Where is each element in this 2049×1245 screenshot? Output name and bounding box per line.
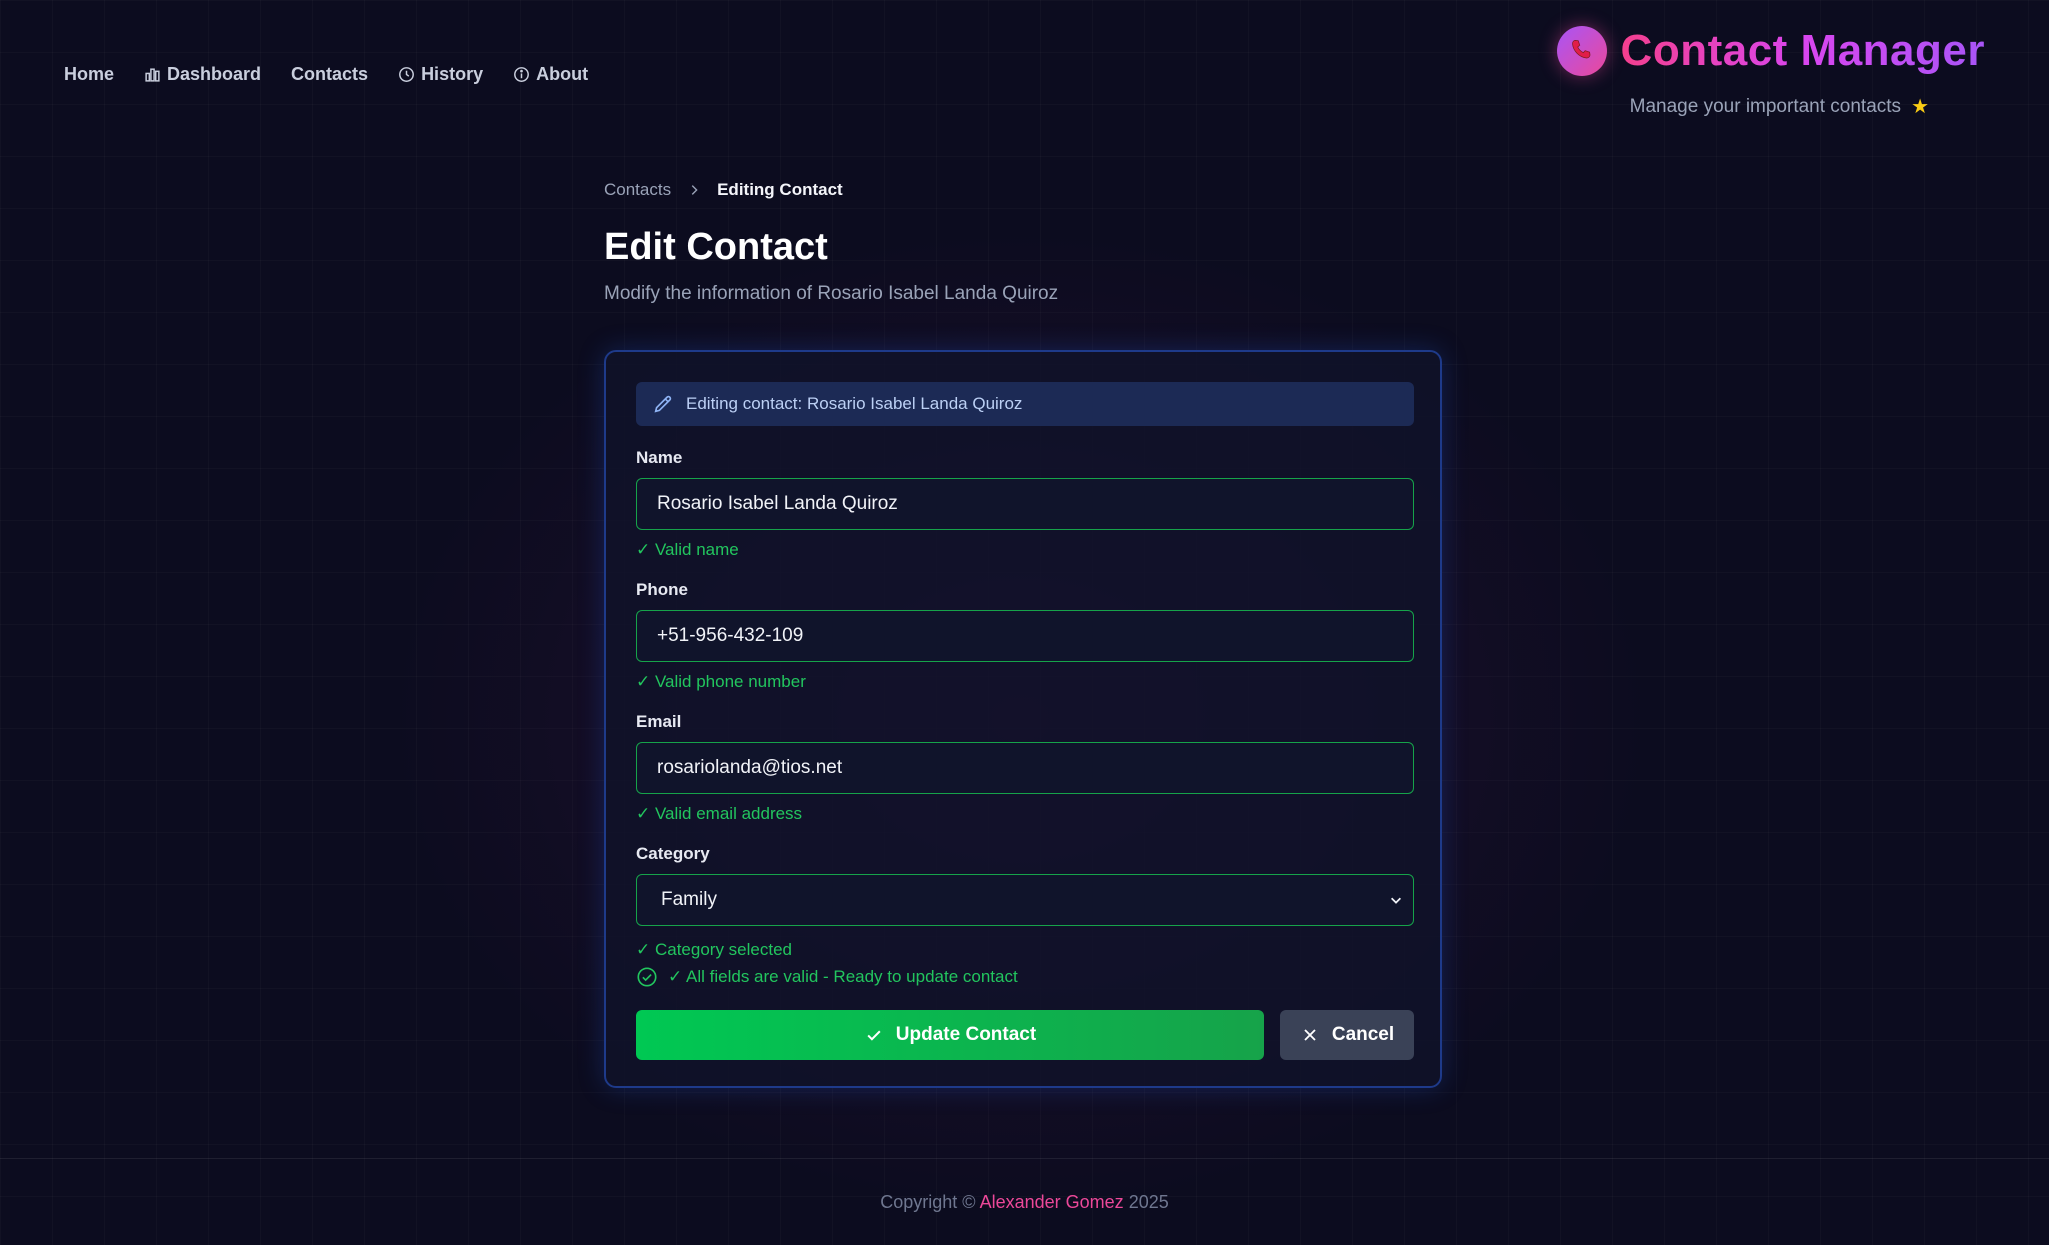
editing-info-bar: Editing contact: Rosario Isabel Landa Qu…	[636, 382, 1414, 426]
footer-copyright: Copyright ©	[880, 1192, 976, 1212]
name-label: Name	[636, 448, 683, 467]
close-icon	[1304, 1029, 1316, 1041]
brand-subtitle-text: Manage your important contacts	[1629, 95, 1902, 117]
name-input[interactable]	[636, 478, 1414, 530]
edit-contact-card: Editing contact: Rosario Isabel Landa Qu…	[604, 350, 1442, 1088]
main-content: Contacts Editing Contact Edit Contact Mo…	[604, 180, 1446, 1088]
editing-info-text: Editing contact: Rosario Isabel Landa Qu…	[686, 394, 1023, 413]
star-icon: ★	[1911, 96, 1929, 118]
footer: Copyright © Alexander Gomez 2025	[0, 1192, 2049, 1213]
category-select[interactable]: Family	[636, 874, 1414, 926]
check-circle-icon	[637, 967, 657, 987]
nav-about[interactable]: About	[513, 64, 588, 85]
chevron-right-icon	[691, 185, 698, 195]
email-label: Email	[636, 712, 682, 731]
breadcrumb-contacts[interactable]: Contacts	[604, 180, 671, 200]
category-selected-value: Family	[661, 889, 717, 910]
nav-contacts-label: Contacts	[291, 64, 369, 84]
info-icon	[514, 67, 530, 82]
nav-dashboard[interactable]: Dashboard	[144, 64, 261, 85]
brand-logo	[1556, 26, 1607, 76]
nav-contacts[interactable]: Contacts	[291, 64, 368, 85]
cancel-label: Cancel	[1331, 1024, 1395, 1045]
chevron-down-icon	[1391, 897, 1401, 904]
name-valid-message: ✓ Valid name	[636, 540, 739, 559]
footer-year: 2025	[1128, 1192, 1169, 1212]
main-nav: Home Dashboard Contacts History About	[64, 64, 588, 85]
brand-title: Contact Manager	[1620, 26, 1985, 75]
footer-author-link[interactable]: Alexander Gomez	[980, 1192, 1124, 1212]
brand-subtitle: Manage your important contacts ★	[1630, 94, 1929, 119]
brand: Contact Manager Manage your important co…	[1545, 26, 1985, 126]
check-icon	[867, 1030, 881, 1041]
nav-home-label: Home	[64, 64, 115, 84]
pencil-icon	[654, 395, 672, 413]
nav-history-label: History	[421, 64, 484, 84]
phone-icon	[1571, 39, 1590, 59]
clock-icon	[399, 67, 415, 82]
category-valid-message: ✓ Category selected	[636, 940, 792, 959]
phone-input[interactable]	[636, 610, 1414, 662]
email-input[interactable]	[636, 742, 1414, 794]
page-title: Edit Contact	[604, 226, 828, 268]
all-valid-message: ✓ All fields are valid - Ready to update…	[636, 966, 1018, 988]
footer-divider	[0, 1158, 2049, 1159]
category-label: Category	[636, 844, 710, 863]
chart-icon	[145, 68, 160, 82]
update-contact-button[interactable]: Update Contact	[636, 1010, 1264, 1060]
email-valid-message: ✓ Valid email address	[636, 804, 803, 823]
nav-about-label: About	[536, 64, 589, 84]
breadcrumb: Contacts Editing Contact	[604, 180, 1446, 200]
phone-label: Phone	[636, 580, 688, 599]
header: Home Dashboard Contacts History About Co…	[0, 0, 2049, 150]
page-subtitle: Modify the information of Rosario Isabel…	[604, 283, 1059, 304]
brand-row: Contact Manager	[1556, 26, 1985, 76]
nav-dashboard-label: Dashboard	[167, 64, 262, 84]
update-contact-label: Update Contact	[895, 1024, 1037, 1045]
cancel-button[interactable]: Cancel	[1280, 1010, 1414, 1060]
nav-history[interactable]: History	[398, 64, 483, 85]
phone-valid-message: ✓ Valid phone number	[636, 672, 806, 691]
breadcrumb-current: Editing Contact	[717, 180, 843, 199]
all-valid-text: ✓ All fields are valid - Ready to update…	[668, 967, 1018, 986]
nav-home[interactable]: Home	[64, 64, 114, 85]
